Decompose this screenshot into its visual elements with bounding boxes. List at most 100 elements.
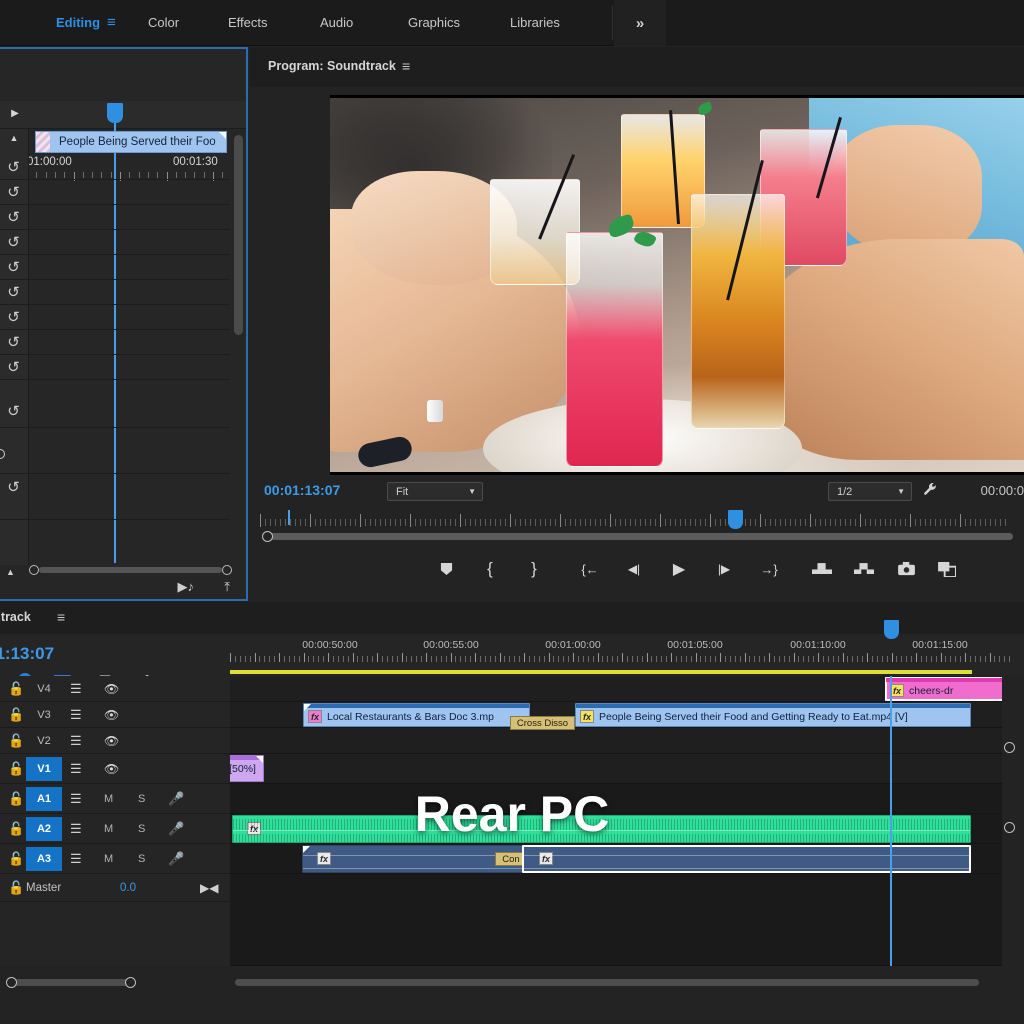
workspace-tab-color[interactable]: Color [148,0,179,46]
lock-icon[interactable]: 🔓 [8,681,24,697]
workspace-tab-libraries[interactable]: Libraries [510,0,560,46]
lock-icon[interactable]: 🔓 [8,733,24,749]
track-header-v3[interactable]: 🔓 V3 ☰ 👁 [0,702,230,728]
reset-parameter-icon[interactable]: ↺ [4,357,23,376]
go-to-out-button[interactable]: →} [756,557,782,581]
program-monitor-video[interactable] [330,95,1024,475]
program-monitor-timecode[interactable]: 00:01:13:07 [264,482,340,498]
timeline-horizontal-scrollbar[interactable] [230,977,984,988]
track-solo-button[interactable]: S [138,823,145,835]
track-solo-button[interactable]: S [138,853,145,865]
reset-parameter-icon[interactable]: ↺ [4,477,23,496]
master-volume-value[interactable]: 0.0 [120,882,136,894]
ec-vertical-scrollbar[interactable] [234,135,243,335]
effect-controls-clip-bar[interactable]: People Being Served their Foo [35,131,227,153]
track-visibility-eye-icon[interactable]: 👁 [104,682,119,696]
reset-parameter-icon[interactable]: ↺ [4,257,23,276]
reset-parameter-icon[interactable]: ↺ [4,232,23,251]
workspace-menu-icon[interactable]: ≡ [107,14,116,31]
program-monitor-tab-label[interactable]: Program: Soundtrack [268,59,396,73]
program-monitor-scrub-area[interactable] [250,509,1024,543]
reset-parameter-icon[interactable]: ↺ [4,307,23,326]
ec-playhead[interactable] [107,103,123,123]
reset-parameter-icon[interactable]: ↺ [4,401,23,420]
program-monitor-zoom-scrollbar[interactable] [258,531,1018,542]
step-forward-button[interactable]: |▶ [711,557,737,581]
lift-button[interactable] [809,557,835,581]
track-header-a2[interactable]: 🔓 A2 ☰ M S 🎤 [0,814,230,844]
track-lane-a1[interactable] [230,784,1024,814]
track-header-v4[interactable]: 🔓 V4 ☰ 👁 [0,676,230,702]
reset-parameter-icon[interactable]: ↺ [4,207,23,226]
microphone-icon[interactable]: 🎤 [168,851,184,867]
program-monitor-menu-icon[interactable]: ≡ [402,58,410,74]
reset-parameter-icon[interactable]: ↺ [4,282,23,301]
reset-parameter-icon[interactable]: ↺ [4,332,23,351]
microphone-icon[interactable]: 🎤 [168,821,184,837]
workspace-tab-graphics[interactable]: Graphics [408,0,460,46]
program-monitor-playhead[interactable] [728,510,743,529]
track-visibility-eye-icon[interactable]: 👁 [104,708,119,722]
track-visibility-eye-icon[interactable]: 👁 [104,762,119,776]
timeline-ruler[interactable]: 00:00:50:00 00:00:55:00 00:01:00:00 00:0… [230,634,1024,676]
timeline-header-scrollbar[interactable] [6,977,136,988]
settings-wrench-icon[interactable] [923,482,938,501]
lock-icon[interactable]: 🔓 [8,791,24,807]
extract-button[interactable] [851,557,877,581]
workspace-tab-audio[interactable]: Audio [320,0,353,46]
sync-lock-icon[interactable]: ☰ [70,681,82,697]
timeline-work-area-bar[interactable] [230,670,972,674]
play-stop-button[interactable]: ▶ [666,557,692,581]
timeline-vertical-scroll-handle-bottom[interactable] [1004,822,1015,833]
timeline-clip[interactable]: fx [232,815,971,843]
track-header-master[interactable]: 🔓 Master 0.0 ▶◀ [0,874,230,902]
export-frame-icon[interactable]: ⤒ [224,579,230,595]
track-lane-v2[interactable] [230,728,1024,754]
lock-icon[interactable]: 🔓 [8,851,24,867]
track-header-a3[interactable]: 🔓 A3 ☰ M S 🎤 [0,844,230,874]
timeline-clip[interactable]: fx [302,845,527,873]
timeline-clip[interactable]: fx cheers-dr [885,677,1020,701]
lock-icon[interactable]: 🔓 [8,707,24,723]
step-back-button[interactable]: ◀| [621,557,647,581]
program-monitor-in-point-marker[interactable] [288,510,290,525]
scroll-handle-left[interactable] [6,977,17,988]
workspace-tab-editing[interactable]: Editing ≡ [56,0,116,46]
timeline-clip[interactable]: 2.mp4 [50%] [230,755,264,782]
program-monitor-zoom-handle-left[interactable] [262,531,273,542]
sync-lock-icon[interactable]: ☰ [70,821,82,837]
sync-lock-icon[interactable]: ☰ [70,707,82,723]
sync-lock-icon[interactable]: ☰ [70,733,82,749]
program-monitor-duration-timecode[interactable]: 00:00:0 [981,483,1024,498]
program-monitor-ruler[interactable] [260,513,1018,527]
track-solo-button[interactable]: S [138,793,145,805]
track-mute-button[interactable]: M [104,793,113,805]
ec-disclosure-triangle-icon[interactable]: ▶ [7,105,23,121]
timeline-clip[interactable]: fx [522,845,971,873]
lock-icon[interactable]: 🔓 [8,821,24,837]
workspace-overflow-button[interactable]: » [614,0,666,46]
track-header-v2[interactable]: 🔓 V2 ☰ 👁 [0,728,230,754]
track-visibility-eye-icon[interactable]: 👁 [104,734,119,748]
export-frame-button[interactable] [893,557,919,581]
add-marker-button[interactable] [433,557,459,581]
timeline-playhead-timecode[interactable]: 01:13:07 [0,644,54,664]
lock-icon[interactable]: 🔓 [8,880,24,896]
master-meters-icon[interactable]: ▶◀ [200,881,218,895]
play-audio-icon[interactable]: ▶♪ [178,579,195,595]
track-mute-button[interactable]: M [104,823,113,835]
track-mute-button[interactable]: M [104,853,113,865]
track-header-v1[interactable]: 🔓 V1 ☰ 👁 [0,754,230,784]
playback-resolution-select[interactable]: 1/2 ▼ [828,482,912,501]
timeline-clip[interactable]: fx Local Restaurants & Bars Doc 3.mp [303,703,530,727]
ec-zoom-scrollbar[interactable] [29,565,232,575]
mark-in-button[interactable]: { [477,557,503,581]
ec-zoom-handle-left[interactable] [29,565,39,575]
timeline-clip[interactable]: fx People Being Served their Food and Ge… [575,703,971,727]
ec-collapse-triangle-icon[interactable]: ▲ [7,133,21,145]
timeline-playhead[interactable] [884,620,899,639]
zoom-level-select[interactable]: Fit ▼ [387,482,483,501]
timeline-transition[interactable]: Cross Disso [510,716,575,730]
go-to-in-button[interactable]: {← [577,557,603,581]
track-header-a1[interactable]: 🔓 A1 ☰ M S 🎤 [0,784,230,814]
